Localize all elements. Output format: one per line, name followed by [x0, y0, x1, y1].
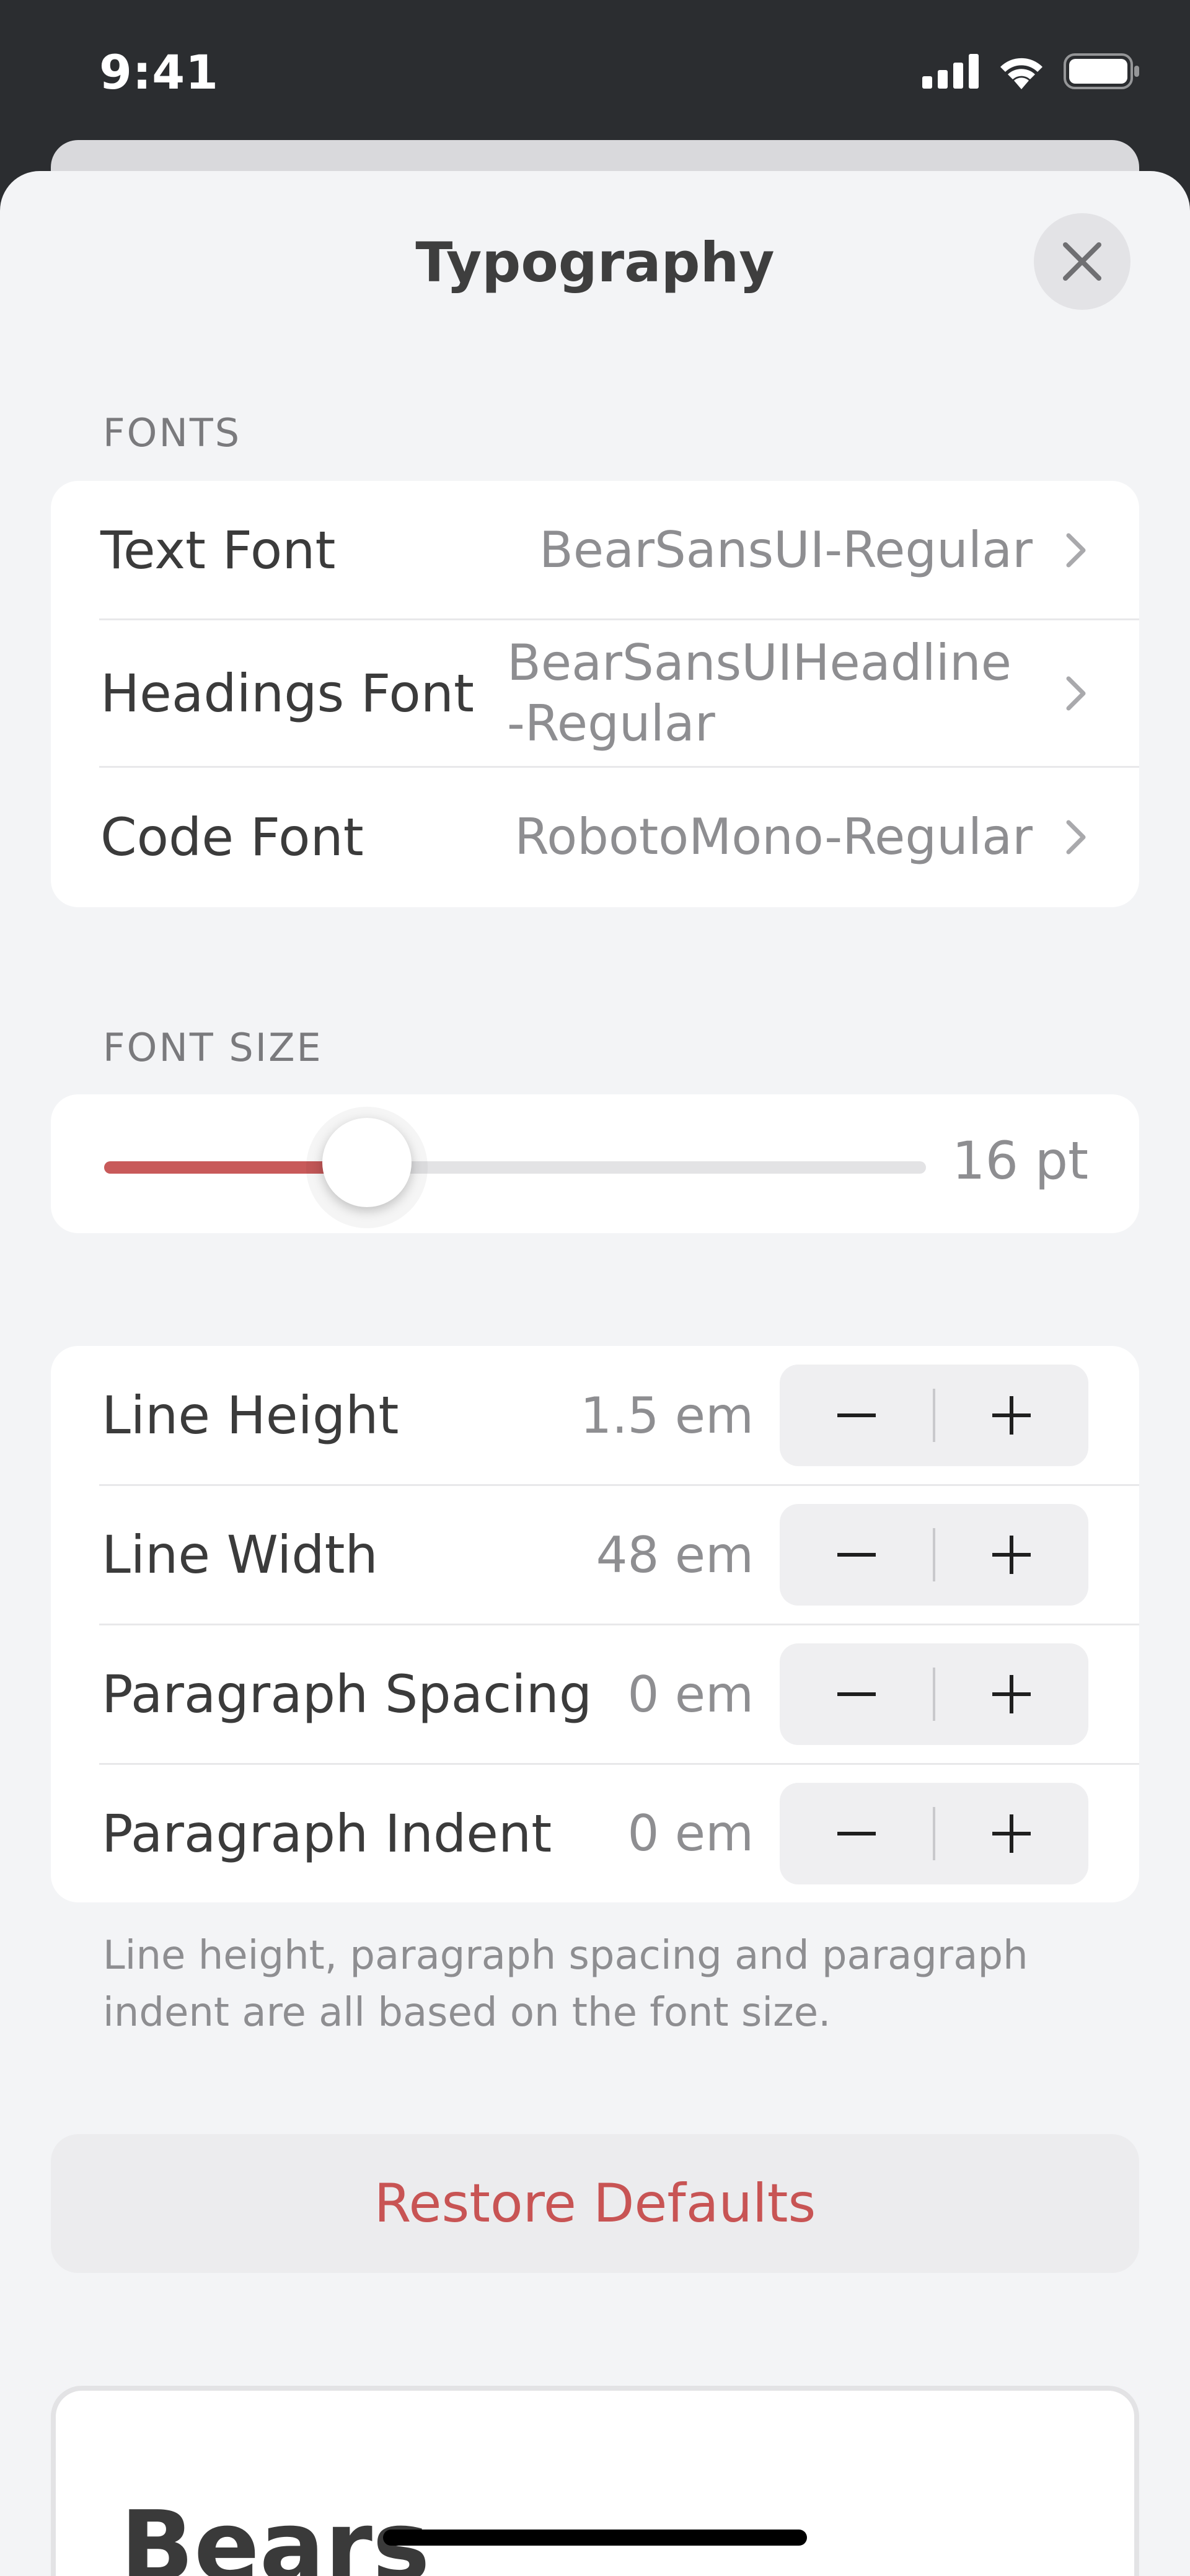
plus-icon [992, 1396, 1031, 1435]
status-bar: 9:41 [0, 0, 1190, 143]
spacing-footnote: Line height, paragraph spacing and parag… [103, 1933, 1028, 2036]
paragraph-spacing-stepper [780, 1643, 1088, 1745]
paragraph-spacing-increase-button[interactable] [935, 1643, 1088, 1745]
paragraph-indent-value: 0 em [627, 1805, 754, 1862]
close-icon [1063, 242, 1101, 281]
line-height-stepper [780, 1365, 1088, 1466]
chevron-right-icon [1066, 676, 1086, 711]
minus-icon [837, 1692, 876, 1696]
status-icons [922, 53, 1140, 89]
headings-font-label: Headings Font [100, 663, 474, 724]
plus-icon [992, 1675, 1031, 1713]
plus-icon [992, 1814, 1031, 1853]
line-width-stepper [780, 1504, 1088, 1606]
minus-icon [837, 1832, 876, 1835]
paragraph-indent-label: Paragraph Indent [102, 1803, 552, 1864]
font-size-section-header: FONT SIZE [103, 1025, 323, 1070]
minus-icon [837, 1413, 876, 1417]
typography-sheet: Typography FONTS Text Font BearSansUI-Re… [0, 171, 1190, 2576]
paragraph-indent-decrease-button[interactable] [780, 1783, 933, 1884]
headings-font-row[interactable]: Headings Font BearSansUIHeadline -Regula… [51, 620, 1139, 767]
font-size-value: 16 pt [952, 1130, 1088, 1191]
fonts-card: Text Font BearSansUI-Regular Headings Fo… [51, 481, 1139, 907]
restore-defaults-button[interactable]: Restore Defaults [51, 2134, 1139, 2273]
line-width-row: Line Width 48 em [51, 1485, 1139, 1624]
wifi-icon [1000, 58, 1042, 89]
plus-icon [992, 1536, 1031, 1574]
battery-icon [1064, 53, 1139, 89]
text-font-row[interactable]: Text Font BearSansUI-Regular [51, 481, 1139, 620]
paragraph-spacing-value: 0 em [627, 1665, 754, 1723]
paragraph-spacing-row: Paragraph Spacing 0 em [51, 1625, 1139, 1764]
code-font-label: Code Font [100, 807, 364, 868]
paragraph-indent-row: Paragraph Indent 0 em [51, 1764, 1139, 1902]
minus-icon [837, 1553, 876, 1557]
cellular-signal-icon [922, 54, 979, 89]
home-indicator [383, 2530, 807, 2546]
text-font-value: BearSansUI-Regular [539, 521, 1033, 579]
font-size-slider-thumb[interactable] [322, 1118, 412, 1207]
fonts-section-header: FONTS [103, 410, 242, 455]
paragraph-indent-increase-button[interactable] [935, 1783, 1088, 1884]
status-time: 9:41 [99, 45, 219, 100]
paragraph-spacing-decrease-button[interactable] [780, 1643, 933, 1745]
line-width-label: Line Width [102, 1524, 378, 1585]
line-width-increase-button[interactable] [935, 1504, 1088, 1606]
sheet-title: Typography [415, 231, 775, 294]
headings-font-value-line1: BearSansUIHeadline [507, 634, 1011, 692]
line-height-row: Line Height 1.5 em [51, 1346, 1139, 1485]
paragraph-spacing-label: Paragraph Spacing [102, 1664, 593, 1725]
chevron-right-icon [1066, 533, 1086, 568]
chevron-right-icon [1066, 820, 1086, 855]
code-font-row[interactable]: Code Font RobotoMono-Regular [51, 767, 1139, 907]
close-button[interactable] [1034, 213, 1130, 310]
line-height-decrease-button[interactable] [780, 1365, 933, 1466]
line-height-label: Line Height [102, 1385, 399, 1446]
spacing-card: Line Height 1.5 em Line Width 48 em Para… [51, 1346, 1139, 1902]
line-height-value: 1.5 em [580, 1386, 754, 1444]
font-size-card: 16 pt [51, 1094, 1139, 1233]
line-width-value: 48 em [596, 1526, 754, 1584]
typography-preview-card: Bears [51, 2386, 1139, 2576]
headings-font-value: BearSansUIHeadline -Regular [507, 633, 1011, 754]
code-font-value: RobotoMono-Regular [514, 808, 1033, 866]
headings-font-value-line2: -Regular [507, 695, 715, 752]
font-size-slider-track[interactable] [104, 1161, 926, 1174]
paragraph-indent-stepper [780, 1783, 1088, 1884]
line-height-increase-button[interactable] [935, 1365, 1088, 1466]
text-font-label: Text Font [100, 520, 336, 581]
line-width-decrease-button[interactable] [780, 1504, 933, 1606]
